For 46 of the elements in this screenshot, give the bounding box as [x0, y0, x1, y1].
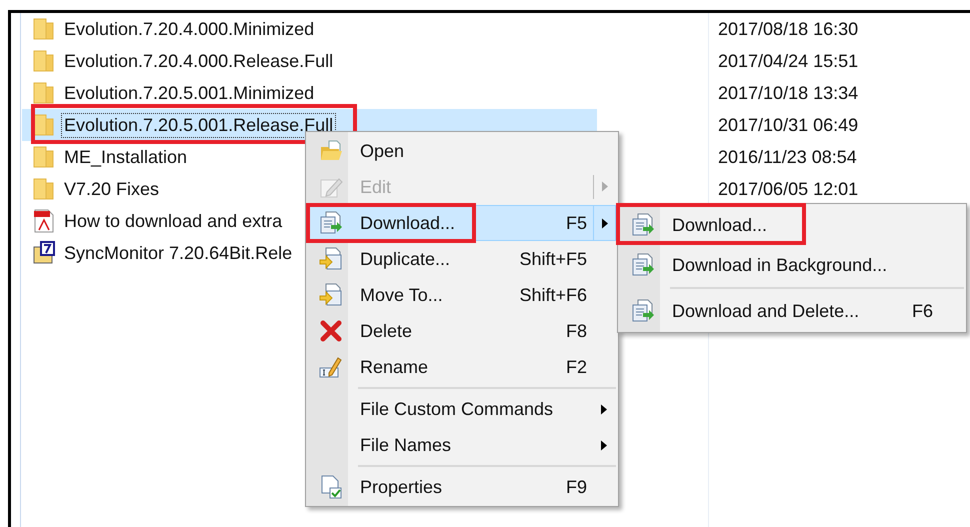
submenu-arrow-icon	[601, 440, 607, 450]
menu-item[interactable]: Download and Delete... F6	[620, 291, 964, 331]
document-arrow-icon	[631, 253, 655, 277]
submenu-arrow-icon	[601, 404, 607, 414]
date-modified: 2017/04/24 15:51	[717, 50, 858, 72]
menu-item[interactable]: Properties F9	[308, 469, 616, 505]
file-name[interactable]: Evolution.7.20.5.001.Minimized	[61, 80, 318, 106]
documents-arrow-icon	[319, 283, 343, 307]
folder-icon	[33, 49, 55, 73]
submenu-arrow-icon	[602, 218, 608, 228]
file-name[interactable]: Evolution.7.20.4.000.Release.Full	[61, 48, 336, 74]
folder-icon	[33, 113, 55, 137]
submenu-arrow-icon	[602, 181, 608, 192]
folder-icon	[33, 81, 55, 105]
menu-item[interactable]: Move To... Shift+F6	[308, 277, 616, 313]
date-modified: 2016/11/23 08:54	[717, 146, 857, 168]
menu-item[interactable]: Download in Background...	[620, 245, 964, 285]
menu-item[interactable]: Download... F5	[308, 205, 616, 241]
file-name[interactable]: V7.20 Fixes	[61, 176, 162, 202]
date-modified: 2017/10/31 06:49	[717, 114, 858, 136]
folder-icon	[33, 17, 55, 41]
folder-open-icon	[319, 139, 343, 163]
document-arrow-icon	[319, 211, 343, 235]
rename-icon	[319, 355, 343, 379]
file-name[interactable]: How to download and extra	[61, 208, 286, 234]
menu-item[interactable]: Duplicate... Shift+F5	[308, 241, 616, 277]
pdf-icon	[33, 209, 55, 233]
application-icon	[33, 241, 55, 265]
document-arrow-icon	[631, 299, 655, 323]
file-name[interactable]: SyncMonitor 7.20.64Bit.Rele	[61, 240, 296, 266]
menu-item[interactable]: Delete F8	[308, 313, 616, 349]
document-arrow-icon	[631, 213, 655, 237]
menu-item[interactable]: Rename F2	[308, 349, 616, 385]
date-modified: 2017/08/18 16:30	[717, 18, 858, 40]
file-name[interactable]: Evolution.7.20.4.000.Minimized	[61, 16, 318, 42]
delete-icon	[319, 319, 343, 343]
date-modified: 2017/10/18 13:34	[717, 82, 858, 104]
menu-item[interactable]: File Names	[308, 427, 616, 463]
document-check-icon	[319, 475, 343, 499]
folder-icon	[33, 177, 55, 201]
menu-item[interactable]: File Custom Commands	[308, 391, 616, 427]
date-modified: 2017/06/05 12:01	[717, 178, 858, 200]
documents-arrow-icon	[319, 247, 343, 271]
file-name[interactable]: ME_Installation	[61, 144, 190, 170]
folder-icon	[33, 145, 55, 169]
menu-item[interactable]: Download...	[620, 205, 964, 245]
